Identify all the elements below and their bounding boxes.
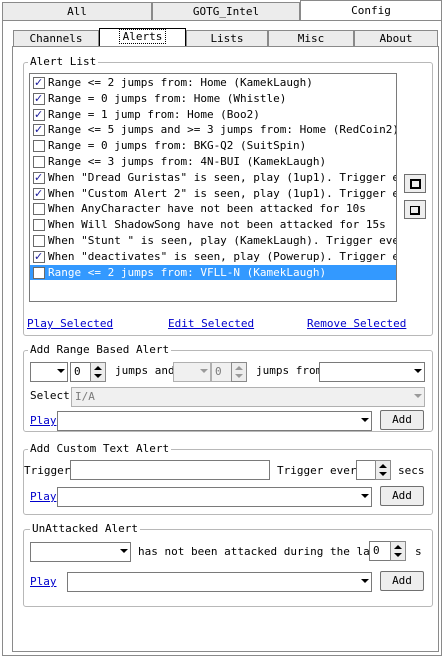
trigger-secs-spinner[interactable] — [375, 460, 391, 480]
unattacked-secs-value: 0 — [373, 544, 380, 557]
tab-channels-label: Channels — [29, 32, 83, 45]
unattacked-play-link[interactable]: Play — [30, 575, 57, 588]
range-alert-title: Add Range Based Alert — [28, 343, 172, 356]
max-jumps-input[interactable]: 0 — [211, 362, 233, 382]
tab-about[interactable]: About — [354, 30, 438, 47]
alert-enabled-checkbox[interactable] — [33, 235, 45, 247]
max-jumps-spinner[interactable] — [231, 362, 247, 382]
alert-list-item[interactable]: When "Custom Alert 2" is seen, play (1up… — [30, 186, 396, 201]
range-operator-combo[interactable] — [30, 362, 68, 382]
alert-list-item[interactable]: When "deactivates" is seen, play (Poweru… — [30, 249, 396, 264]
alert-item-text: Range <= 2 jumps from: VFLL-N (KamekLaug… — [48, 265, 327, 279]
min-jumps-spinner[interactable] — [90, 362, 106, 382]
alert-list-item[interactable]: When AnyCharacter have not been attacked… — [30, 201, 396, 216]
trigger-text-input[interactable] — [70, 460, 270, 480]
select-value: I/A — [75, 390, 95, 403]
tab-alerts-label: Alerts — [118, 29, 167, 44]
tab-all-label: All — [67, 5, 87, 18]
unattacked-add-button[interactable]: Add — [380, 571, 424, 591]
alert-list-item[interactable]: Range = 0 jumps from: BKG-Q2 (SuitSpin) — [30, 138, 396, 153]
jumps-and-label: jumps and — [115, 364, 175, 377]
custom-sound-combo[interactable] — [57, 487, 372, 507]
range-play-link[interactable]: Play — [30, 414, 57, 427]
unattacked-secs-input[interactable]: 0 — [369, 541, 391, 561]
alert-enabled-checkbox[interactable] — [33, 107, 45, 122]
select-label: Select: — [30, 389, 77, 402]
tab-gotg-intel[interactable]: GOTG_Intel — [152, 2, 300, 20]
window-icon — [410, 206, 420, 215]
alert-item-text: Range = 0 jumps from: BKG-Q2 (SuitSpin) — [48, 139, 307, 153]
alert-list-item[interactable]: Range <= 2 jumps from: Home (KamekLaugh) — [30, 75, 396, 90]
alert-list-title: Alert List — [28, 55, 99, 68]
tab-channels[interactable]: Channels — [13, 30, 99, 47]
select-combo[interactable]: I/A — [71, 387, 425, 407]
max-jumps-value: 0 — [215, 365, 222, 378]
unattacked-sound-combo[interactable] — [67, 572, 372, 592]
alert-list-item[interactable]: When "Dread Guristas" is seen, play (1up… — [30, 170, 396, 185]
min-jumps-input[interactable]: 0 — [70, 362, 92, 382]
alert-enabled-checkbox[interactable] — [33, 249, 45, 264]
alert-listbox[interactable]: Range <= 2 jumps from: Home (KamekLaugh)… — [29, 73, 397, 302]
tab-config[interactable]: Config — [300, 0, 442, 21]
alert-list-item[interactable]: Range <= 3 jumps from: 4N-BUI (KamekLaug… — [30, 154, 396, 169]
tab-lists-label: Lists — [210, 32, 244, 45]
alert-enabled-checkbox[interactable] — [33, 156, 45, 168]
unattacked-alert-title: UnAttacked Alert — [30, 522, 140, 535]
trigger-every-label: Trigger every — [277, 464, 364, 477]
alert-list-item[interactable]: Range = 0 jumps from: Home (Whistle) — [30, 91, 396, 106]
alert-item-text: Range = 0 jumps from: Home (Whistle) — [48, 91, 287, 105]
stop-icon — [410, 179, 421, 189]
jumps-from-combo[interactable] — [319, 362, 425, 382]
alert-item-text: When Will ShadowSong have not been attac… — [48, 218, 386, 232]
tab-all[interactable]: All — [2, 2, 152, 20]
alert-enabled-checkbox[interactable] — [33, 75, 45, 90]
alert-enabled-checkbox[interactable] — [33, 140, 45, 153]
alert-enabled-checkbox[interactable] — [33, 186, 45, 201]
alert-item-text: When "Stunt " is seen, play (KamekLaugh)… — [48, 234, 397, 247]
alert-enabled-checkbox[interactable] — [33, 170, 45, 185]
alert-item-text: When AnyCharacter have not been attacked… — [48, 202, 366, 216]
edit-selected-link[interactable]: Edit Selected — [168, 317, 254, 330]
alert-item-text: Range <= 3 jumps from: 4N-BUI (KamekLaug… — [48, 155, 327, 168]
secs-label: secs — [398, 464, 425, 477]
tab-lists[interactable]: Lists — [186, 30, 268, 47]
alert-item-text: When "deactivates" is seen, play (Poweru… — [48, 249, 397, 263]
remove-selected-link[interactable]: Remove Selected — [307, 317, 406, 330]
alert-enabled-checkbox[interactable] — [33, 91, 45, 106]
alert-enabled-checkbox[interactable] — [33, 122, 45, 137]
tab-config-label: Config — [351, 4, 391, 17]
range-sound-combo[interactable] — [57, 411, 372, 431]
character-combo[interactable] — [30, 542, 131, 562]
alert-item-text: Range <= 2 jumps from: Home (KamekLaugh) — [48, 76, 313, 89]
unattacked-desc-label: has not been attacked during the last — [138, 545, 384, 558]
alert-item-text: When "Dread Guristas" is seen, play (1up… — [48, 170, 397, 184]
tab-alerts[interactable]: Alerts — [99, 28, 186, 48]
alert-item-text: Range <= 5 jumps and >= 3 jumps from: Ho… — [48, 123, 397, 137]
jumps-from-label: jumps from: — [256, 364, 329, 377]
alert-list-item[interactable]: Range <= 5 jumps and >= 3 jumps from: Ho… — [30, 122, 396, 137]
custom-alert-title: Add Custom Text Alert — [28, 442, 172, 455]
second-operator-combo[interactable] — [173, 362, 211, 382]
custom-play-link[interactable]: Play — [30, 490, 57, 503]
alert-list-item[interactable]: Range <= 2 jumps from: VFLL-N (KamekLaug… — [30, 264, 396, 280]
alert-list-item[interactable]: When Will ShadowSong have not been attac… — [30, 217, 396, 232]
custom-add-button[interactable]: Add — [380, 486, 424, 506]
tab-misc-settings[interactable]: Misc Settings — [268, 30, 354, 61]
alert-enabled-checkbox[interactable] — [33, 219, 45, 232]
play-selected-link[interactable]: Play Selected — [27, 317, 113, 330]
alert-enabled-checkbox[interactable] — [33, 203, 45, 216]
unattacked-secs-spinner[interactable] — [390, 541, 406, 561]
tab-gotg-intel-label: GOTG_Intel — [192, 5, 260, 18]
min-jumps-value: 0 — [74, 365, 81, 378]
range-add-button[interactable]: Add — [380, 410, 424, 430]
alert-enabled-checkbox[interactable] — [33, 266, 45, 279]
alert-item-text: Range = 1 jump from: Home (Boo2) — [48, 107, 260, 121]
tab-about-label: About — [379, 32, 413, 45]
alert-list-item[interactable]: Range = 1 jump from: Home (Boo2) — [30, 107, 396, 122]
move-down-button[interactable] — [404, 200, 426, 219]
alert-list-item[interactable]: When "Stunt " is seen, play (KamekLaugh)… — [30, 233, 396, 248]
unattacked-unit-label: s — [415, 545, 422, 558]
alert-item-text: When "Custom Alert 2" is seen, play (1up… — [48, 186, 397, 200]
move-up-button[interactable] — [404, 174, 426, 193]
